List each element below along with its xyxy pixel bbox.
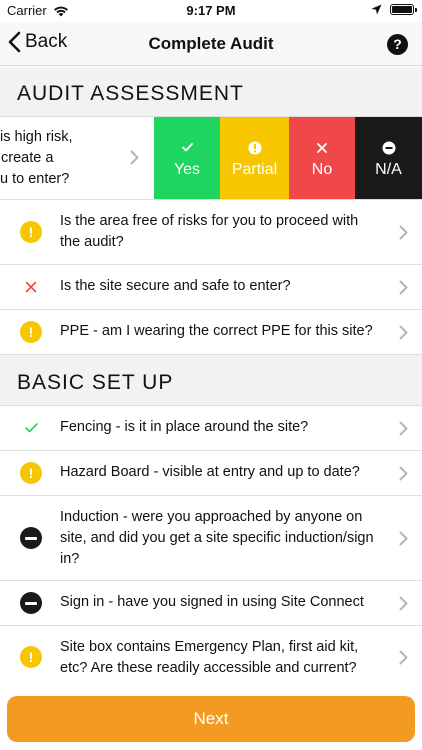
question-text: Site box contains Emergency Plan, first … bbox=[60, 639, 359, 676]
question-row[interactable]: Induction - were you approached by anyon… bbox=[0, 496, 422, 581]
status-bar: Carrier 9:17 PM bbox=[0, 0, 422, 22]
question-row[interactable]: Sign in - have you signed in using Site … bbox=[0, 581, 422, 626]
na-action-button[interactable]: N/A bbox=[355, 117, 422, 199]
partial-status-icon: ! bbox=[20, 646, 42, 668]
question-text: Fencing - is it in place around the site… bbox=[60, 419, 309, 435]
action-label: No bbox=[311, 160, 333, 178]
battery-icon bbox=[390, 4, 417, 15]
question-row[interactable]: ! Is the area free of risks for you to p… bbox=[0, 200, 422, 265]
close-icon bbox=[317, 139, 327, 157]
na-status-icon bbox=[20, 527, 42, 549]
chevron-right-icon bbox=[399, 280, 408, 295]
question-text: Hazard Board - visible at entry and up t… bbox=[60, 464, 360, 480]
question-row[interactable]: ! Site box contains Emergency Plan, firs… bbox=[0, 626, 422, 692]
question-row[interactable]: Fencing - is it in place around the site… bbox=[0, 406, 422, 451]
question-text-line: create a bbox=[1, 150, 54, 166]
question-row[interactable]: ! Hazard Board - visible at entry and up… bbox=[0, 451, 422, 496]
chevron-right-icon bbox=[399, 421, 408, 436]
partial-action-button[interactable]: Partial bbox=[220, 117, 289, 199]
partial-status-icon: ! bbox=[20, 462, 42, 484]
status-right bbox=[371, 4, 417, 15]
chevron-right-icon bbox=[399, 596, 408, 611]
action-label: Yes bbox=[173, 160, 201, 178]
swiped-question-row[interactable]: is high risk, create a u to enter? Yes P… bbox=[0, 117, 422, 200]
question-text-line: is high risk, bbox=[0, 129, 73, 145]
next-button[interactable]: Next bbox=[7, 696, 415, 742]
question-text-truncated: is high risk, create a u to enter? bbox=[0, 127, 130, 190]
chevron-right-icon bbox=[399, 531, 408, 546]
chevron-right-icon bbox=[399, 650, 408, 665]
question-text: Induction - were you approached by anyon… bbox=[60, 509, 374, 567]
section-header-basic-set-up: BASIC SET UP bbox=[0, 355, 422, 406]
question-row[interactable]: ! PPE - am I wearing the correct PPE for… bbox=[0, 310, 422, 355]
section-title: BASIC SET UP bbox=[17, 371, 174, 394]
help-button[interactable]: ? bbox=[387, 34, 408, 55]
question-row[interactable]: Is the site secure and safe to enter? bbox=[0, 265, 422, 310]
chevron-right-icon bbox=[399, 225, 408, 240]
partial-status-icon: ! bbox=[20, 221, 42, 243]
action-label: Partial bbox=[231, 160, 278, 178]
question-text: PPE - am I wearing the correct PPE for t… bbox=[60, 323, 373, 339]
minus-icon bbox=[382, 139, 396, 157]
question-text: Sign in - have you signed in using Site … bbox=[60, 594, 364, 610]
check-icon bbox=[181, 139, 193, 157]
no-status-icon bbox=[20, 276, 42, 298]
page-title: Complete Audit bbox=[148, 34, 274, 53]
na-status-icon bbox=[20, 592, 42, 614]
question-text: Is the site secure and safe to enter? bbox=[60, 278, 291, 294]
no-action-button[interactable]: No bbox=[289, 117, 355, 199]
partial-status-icon: ! bbox=[20, 321, 42, 343]
chevron-right-icon bbox=[399, 466, 408, 481]
question-text-line: u to enter? bbox=[0, 171, 70, 187]
check-status-icon bbox=[20, 417, 42, 439]
location-arrow-icon bbox=[371, 4, 382, 15]
section-header-audit-assessment: AUDIT ASSESSMENT bbox=[0, 67, 422, 117]
action-label: N/A bbox=[375, 160, 402, 178]
yes-action-button[interactable]: Yes bbox=[154, 117, 220, 199]
exclamation-icon bbox=[248, 139, 262, 157]
chevron-right-icon bbox=[130, 150, 139, 165]
question-text: Is the area free of risks for you to pro… bbox=[60, 213, 359, 250]
chevron-right-icon bbox=[399, 325, 408, 340]
section-title: AUDIT ASSESSMENT bbox=[17, 82, 244, 105]
nav-bar: Back Complete Audit ? bbox=[0, 22, 422, 66]
status-time: 9:17 PM bbox=[186, 3, 236, 18]
